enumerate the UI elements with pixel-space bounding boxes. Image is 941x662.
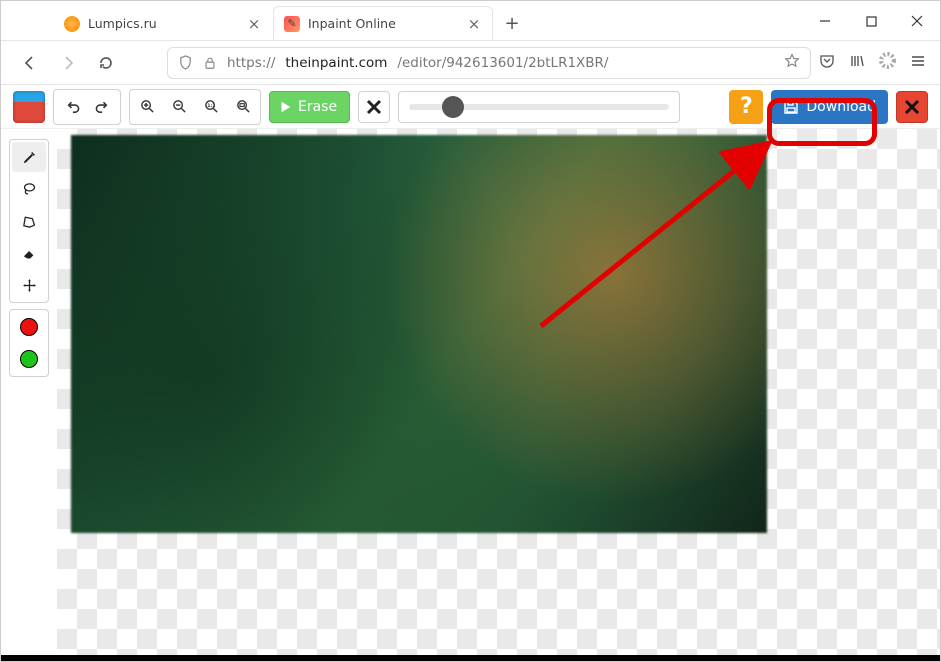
library-icon[interactable] (849, 53, 865, 73)
erase-label: Erase (298, 99, 337, 115)
url-domain: theinpaint.com (285, 55, 387, 71)
download-label: Download (806, 99, 876, 115)
selection-tools-group (9, 139, 49, 303)
keep-mask-color[interactable] (12, 344, 46, 374)
erase-button[interactable]: Erase (269, 91, 350, 123)
app-menu-icon[interactable] (910, 53, 926, 73)
slider-knob[interactable] (442, 96, 464, 118)
undo-button[interactable] (56, 92, 86, 122)
remove-mask-color[interactable] (12, 312, 46, 342)
close-tab-icon[interactable]: × (466, 16, 482, 32)
download-button[interactable]: Download (771, 90, 888, 124)
help-glyph: ? (740, 94, 753, 119)
account-icon[interactable] (879, 52, 896, 73)
window-controls (802, 1, 940, 41)
zoom-group: 1:1 (129, 89, 261, 125)
browser-tab-strip: Lumpics.ru × ✎ Inpaint Online × + (1, 1, 940, 41)
favicon-lumpics (64, 16, 80, 32)
canvas-area[interactable] (57, 129, 940, 661)
browser-address-bar: https:// theinpaint.com/editor/942613601/… (1, 41, 940, 85)
tab-title: Lumpics.ru (88, 16, 238, 31)
nav-forward-button (53, 48, 83, 78)
url-path: /editor/942613601/2btLR1XBR/ (397, 55, 608, 71)
lasso-tool[interactable] (12, 174, 46, 204)
zoom-fit-button[interactable] (228, 92, 258, 122)
cancel-button[interactable] (358, 91, 390, 123)
nav-back-button[interactable] (15, 48, 45, 78)
image-canvas[interactable] (71, 135, 767, 533)
browser-tab-inpaint[interactable]: ✎ Inpaint Online × (273, 6, 493, 40)
tab-title: Inpaint Online (308, 16, 458, 31)
marker-tool[interactable] (12, 142, 46, 172)
bookmark-star-icon[interactable] (784, 53, 800, 73)
undo-redo-group (53, 89, 121, 125)
redo-button[interactable] (88, 92, 118, 122)
floppy-icon (783, 99, 799, 115)
lock-icon (203, 56, 217, 70)
window-close-button[interactable] (894, 1, 940, 41)
work-area (1, 129, 940, 661)
favicon-inpaint: ✎ (284, 16, 300, 32)
color-mask-group (9, 309, 49, 377)
polygon-tool[interactable] (12, 206, 46, 236)
brush-size-slider-box (398, 91, 680, 123)
side-toolbar (1, 129, 57, 661)
url-protocol: https:// (227, 55, 275, 71)
browser-right-icons (819, 52, 926, 73)
window-minimize-button[interactable] (802, 1, 848, 41)
zoom-out-button[interactable] (164, 92, 194, 122)
shield-icon (178, 55, 193, 70)
move-tool[interactable] (12, 270, 46, 300)
play-icon (278, 100, 292, 114)
zoom-in-button[interactable] (132, 92, 162, 122)
window-maximize-button[interactable] (848, 1, 894, 41)
app-logo[interactable] (13, 91, 45, 123)
close-tab-icon[interactable]: × (246, 16, 262, 32)
app-toolbar: 1:1 Erase ? Download (1, 85, 940, 129)
inpaint-app: 1:1 Erase ? Download (1, 85, 940, 661)
nav-reload-button[interactable] (91, 48, 121, 78)
zoom-actual-button[interactable]: 1:1 (196, 92, 226, 122)
eraser-tool[interactable] (12, 238, 46, 268)
close-app-button[interactable] (896, 91, 928, 123)
brush-size-slider[interactable] (409, 104, 669, 110)
pocket-icon[interactable] (819, 53, 835, 73)
help-button[interactable]: ? (729, 90, 763, 124)
url-input[interactable]: https:// theinpaint.com/editor/942613601/… (167, 47, 811, 79)
new-tab-button[interactable]: + (497, 8, 527, 38)
bottom-border (1, 655, 940, 661)
svg-text:1:1: 1:1 (207, 103, 215, 109)
browser-tab-lumpics[interactable]: Lumpics.ru × (53, 6, 273, 40)
